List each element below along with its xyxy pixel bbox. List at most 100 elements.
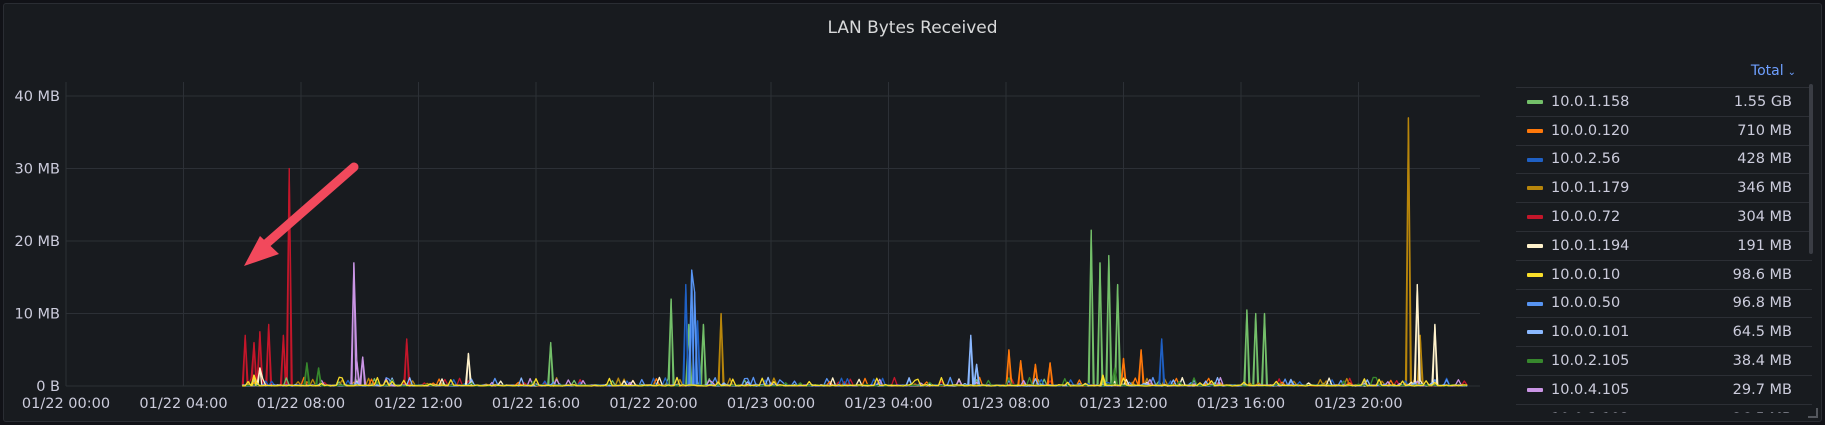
series-line	[242, 117, 1468, 387]
series-line	[242, 349, 1468, 387]
series-line	[242, 269, 1468, 387]
series-spike	[360, 356, 366, 387]
legend-series-total: 346 MB	[1737, 180, 1792, 197]
series-line	[241, 167, 1468, 387]
series-spike	[1047, 362, 1053, 387]
series-spike	[1253, 313, 1259, 387]
series-spike	[1432, 324, 1438, 387]
series-line	[242, 262, 1468, 387]
legend-series-total: 26.5 MB	[1733, 411, 1792, 413]
legend-series-name[interactable]: 10.0.0.120	[1551, 123, 1629, 139]
legend-series-total: 191 MB	[1737, 237, 1792, 254]
legend-series-name[interactable]: 10.0.3.192	[1551, 411, 1629, 413]
legend-series-total: 428 MB	[1737, 151, 1792, 168]
series-color-swatch[interactable]	[1527, 272, 1543, 277]
x-tick-label: 01/22 12:00	[374, 396, 462, 412]
series-color-swatch[interactable]	[1527, 157, 1543, 162]
series-line	[242, 283, 1468, 387]
series-spike	[1088, 230, 1094, 387]
series-spike	[548, 342, 554, 387]
series-color-swatch[interactable]	[1527, 387, 1543, 392]
time-series-chart[interactable]: 0 B 10 MB 20 MB 30 MB 40 MB 01/22 00:00 01/22…	[4, 4, 1514, 423]
legend-item[interactable]: 10.0.0.120 710 MB	[1516, 115, 1812, 145]
legend-series-name[interactable]: 10.0.4.105	[1551, 382, 1629, 398]
legend-series-name[interactable]: 10.0.0.50	[1551, 295, 1620, 311]
legend-series-total: 304 MB	[1737, 209, 1792, 226]
legend-item[interactable]: 10.0.2.105 38.4 MB	[1516, 346, 1812, 375]
series-color-swatch[interactable]	[1527, 215, 1543, 220]
legend-item[interactable]: 10.0.0.72 304 MB	[1516, 202, 1812, 231]
series-color-swatch[interactable]	[1527, 359, 1543, 364]
legend-item[interactable]: 10.0.0.101 64.5 MB	[1516, 317, 1812, 346]
legend-item[interactable]: 10.0.1.194 191 MB	[1516, 230, 1812, 260]
x-tick-label: 01/23 20:00	[1314, 396, 1402, 412]
series-spike	[683, 284, 689, 387]
legend-scrollbar[interactable]	[1809, 84, 1813, 254]
series-spike	[1244, 309, 1250, 387]
x-tick-label: 01/23 08:00	[962, 396, 1050, 412]
x-tick-label: 01/22 08:00	[257, 396, 345, 412]
legend-item[interactable]: 10.0.1.158 1.55 GB	[1516, 87, 1812, 116]
series-spike	[404, 338, 410, 387]
legend-series-name[interactable]: 10.0.1.179	[1551, 180, 1629, 196]
legend-series-total: 710 MB	[1737, 122, 1792, 139]
legend-series-name[interactable]: 10.0.1.158	[1551, 94, 1629, 110]
series-spike	[1138, 349, 1144, 387]
series-spike	[1261, 313, 1268, 387]
legend-series-name[interactable]: 10.0.0.101	[1551, 324, 1629, 340]
series-spike	[700, 324, 707, 387]
legend-sort-label: Total	[1750, 63, 1784, 79]
series-color-swatch[interactable]	[1527, 243, 1543, 248]
legend-series-total: 98.6 MB	[1732, 266, 1792, 283]
x-tick-label: 01/23 00:00	[727, 396, 815, 412]
annotation-arrow	[244, 162, 359, 266]
y-tick-label: 0 B	[36, 379, 60, 395]
series-color-swatch[interactable]	[1527, 100, 1543, 104]
series-spike	[242, 335, 248, 387]
series-color-swatch[interactable]	[1527, 301, 1543, 306]
legend-series-name[interactable]: 10.0.2.105	[1551, 353, 1629, 369]
legend-sort-header[interactable]: Total ⌄	[1516, 61, 1812, 87]
legend-series-name[interactable]: 10.0.0.72	[1551, 209, 1620, 225]
chevron-down-icon: ⌄	[1787, 67, 1796, 78]
legend-item[interactable]: 10.0.0.50 96.8 MB	[1516, 288, 1812, 318]
y-tick-label: 10 MB	[14, 307, 60, 323]
series-spike	[1414, 284, 1420, 387]
series-line	[242, 334, 1468, 387]
series-spike	[1114, 284, 1121, 387]
legend-series-total: 96.8 MB	[1732, 295, 1792, 312]
series-spike	[718, 313, 724, 387]
legend-series-name[interactable]: 10.0.1.194	[1551, 238, 1629, 254]
series-spike	[1097, 262, 1103, 387]
y-tick-label: 40 MB	[14, 89, 60, 105]
series-line	[242, 229, 1468, 387]
legend-item[interactable]: 10.0.4.105 29.7 MB	[1516, 374, 1812, 404]
series-color-swatch[interactable]	[1527, 186, 1543, 191]
x-tick-label: 01/22 16:00	[492, 396, 580, 412]
legend-item[interactable]: 10.0.0.10 98.6 MB	[1516, 259, 1812, 289]
legend-series-total: 38.4 MB	[1732, 353, 1792, 370]
x-tick-label: 01/22 20:00	[609, 396, 697, 412]
series-color-swatch[interactable]	[1527, 330, 1543, 335]
panel: LAN Bytes Received 0 B 10 MB 20 MB 30 MB 40 …	[3, 3, 1822, 422]
series-spike	[351, 262, 357, 387]
series-spike	[968, 335, 974, 387]
legend-item[interactable]: 10.0.2.56 428 MB	[1516, 144, 1812, 174]
x-tick-label: 01/22 00:00	[22, 396, 110, 412]
legend-item[interactable]: 10.0.3.192 26.5 MB	[1516, 403, 1812, 413]
y-tick-label: 20 MB	[14, 234, 60, 250]
legend-series-name[interactable]: 10.0.2.56	[1551, 151, 1620, 167]
x-tick-label: 01/23 12:00	[1079, 396, 1167, 412]
y-tick-label: 30 MB	[14, 162, 60, 178]
legend-item[interactable]: 10.0.1.179 346 MB	[1516, 173, 1812, 202]
series-color-swatch[interactable]	[1527, 128, 1543, 133]
resize-handle[interactable]	[1808, 408, 1818, 418]
x-tick-label: 01/22 04:00	[139, 396, 227, 412]
series-spike	[1106, 255, 1112, 387]
series-spike	[266, 324, 272, 387]
series-spike	[280, 335, 287, 387]
series-spike	[1159, 338, 1165, 387]
series-spike	[286, 168, 292, 387]
legend-series-name[interactable]: 10.0.0.10	[1551, 267, 1620, 283]
series-line	[242, 283, 1468, 387]
